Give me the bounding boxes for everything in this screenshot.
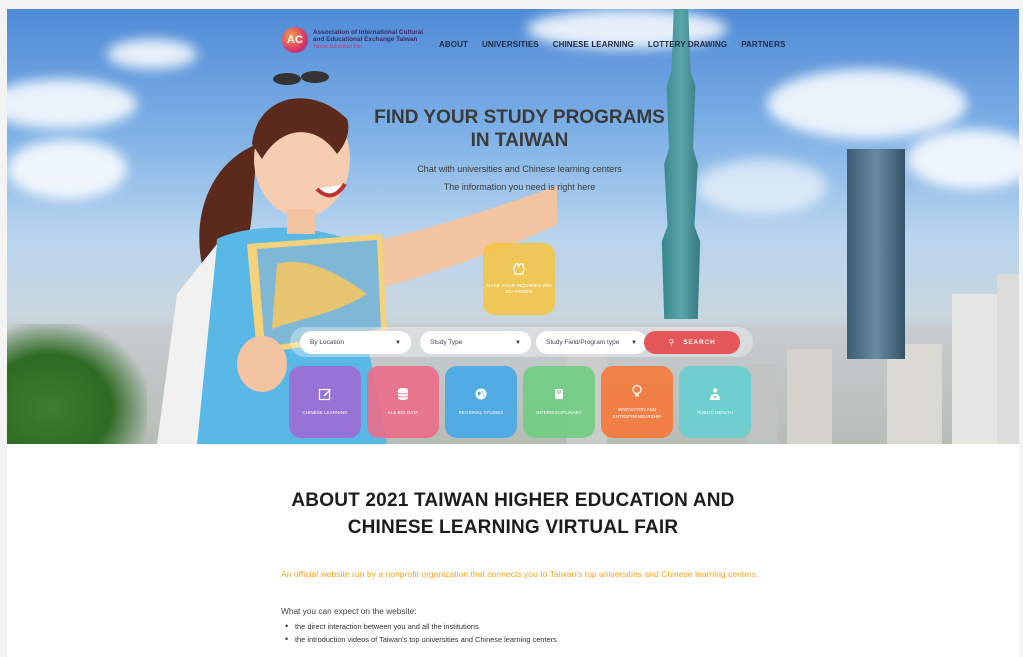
category-innovation-entrepreneurship[interactable]: INNOVATION AND ENTREPRENEURSHIP	[601, 366, 673, 438]
list-item: the direct interaction between you and a…	[285, 621, 557, 631]
trees	[7, 324, 147, 444]
about-list: the direct interaction between you and a…	[285, 621, 557, 648]
category-label: PUBLIC HEALTH	[697, 410, 733, 416]
search-button[interactable]: ⚲ SEARCH	[644, 331, 740, 354]
hero-subtitle: Chat with universities and Chinese learn…	[417, 164, 622, 174]
study-field-select-value: Study Field/Program type	[546, 339, 620, 346]
location-select-value: By Location	[310, 339, 344, 346]
building	[997, 274, 1019, 444]
hero-title-line: IN TAIWAN	[470, 130, 569, 151]
logo-tagline: Taiwan Education Fair	[313, 43, 363, 50]
nav-universities[interactable]: UNIVERSITIES	[482, 40, 539, 49]
category-public-health[interactable]: PUBLIC HEALTH	[679, 366, 751, 438]
hero-banner: AC Association of International Cultural…	[7, 9, 1019, 444]
book-icon	[552, 387, 566, 401]
study-field-select[interactable]: Study Field/Program type ▼	[536, 331, 647, 354]
building	[787, 349, 832, 444]
cloud	[7, 139, 127, 199]
category-ai-big-data[interactable]: AI & BIG DATA	[367, 366, 439, 438]
category-label: INTERDISCIPLINARY	[536, 410, 582, 416]
prize-label: MAKE YOUR INQUIRIES WIN BIG PRIZES	[486, 283, 552, 296]
page: AC Association of International Cultural…	[7, 9, 1019, 657]
chevron-down-icon: ▼	[395, 339, 401, 346]
chevron-down-icon: ▼	[631, 339, 637, 346]
about-title-line: CHINESE LEARNING VIRTUAL FAIR	[347, 517, 679, 538]
category-label: CHINESE LEARNING	[302, 410, 348, 416]
list-item: the introduction videos of Taiwan's top …	[285, 634, 557, 644]
hero-subtitle: The information you need is right here	[443, 182, 596, 192]
prize-tile[interactable]: MAKE YOUR INQUIRIES WIN BIG PRIZES	[483, 243, 555, 315]
chevron-down-icon: ▼	[515, 339, 521, 346]
cloud	[697, 159, 827, 214]
building	[887, 344, 942, 444]
nav-partners[interactable]: PARTNERS	[741, 40, 785, 49]
logo-mark-icon: AC	[282, 27, 308, 53]
about-title: ABOUT 2021 TAIWAN HIGHER EDUCATION AND C…	[7, 487, 1019, 541]
hero-title-line: FIND YOUR STUDY PROGRAMS	[374, 107, 665, 128]
logo-line: Association of International Cultural	[313, 28, 424, 36]
nav-lottery-drawing[interactable]: LOTTERY DRAWING	[648, 40, 727, 49]
search-button-label: SEARCH	[683, 339, 716, 346]
database-icon	[396, 387, 410, 401]
nav-about[interactable]: ABOUT	[439, 40, 468, 49]
cloud	[7, 79, 137, 129]
building	[847, 149, 905, 359]
nav-chinese-learning[interactable]: CHINESE LEARNING	[553, 40, 634, 49]
logo-text: Association of International Cultural an…	[313, 29, 423, 51]
building	[747, 364, 777, 444]
cloud	[907, 129, 1019, 189]
logo-line: and Educational Exchange Taiwan	[313, 36, 418, 44]
location-select[interactable]: By Location ▼	[300, 331, 411, 354]
edit-icon	[318, 387, 332, 401]
main-nav: ABOUT UNIVERSITIES CHINESE LEARNING LOTT…	[439, 40, 799, 49]
hero-title: FIND YOUR STUDY PROGRAMS IN TAIWAN	[362, 106, 677, 152]
site-logo[interactable]: AC Association of International Cultural…	[282, 27, 423, 53]
building	[952, 294, 997, 444]
gift-icon	[512, 262, 526, 278]
category-chinese-learning[interactable]: CHINESE LEARNING	[289, 366, 361, 438]
search-bar: By Location ▼ Study Type ▼ Study Field/P…	[290, 327, 753, 357]
study-type-select-value: Study Type	[430, 339, 463, 346]
cloud	[767, 69, 967, 139]
globe-icon	[474, 387, 488, 401]
health-icon	[708, 387, 722, 401]
about-expect: What you can expect on the website:	[281, 606, 417, 616]
category-regional-studies[interactable]: REGIONAL STUDIES	[445, 366, 517, 438]
search-icon: ⚲	[668, 338, 676, 347]
study-type-select[interactable]: Study Type ▼	[420, 331, 531, 354]
category-label: INNOVATION AND ENTREPRENEURSHIP	[612, 407, 662, 419]
category-label: AI & BIG DATA	[387, 410, 419, 416]
category-label: REGIONAL STUDIES	[458, 410, 504, 416]
category-interdisciplinary[interactable]: INTERDISCIPLINARY	[523, 366, 595, 438]
lightbulb-icon	[630, 384, 644, 398]
about-lead: An official website run by a nonprofit o…	[281, 569, 759, 579]
about-title-line: ABOUT 2021 TAIWAN HIGHER EDUCATION AND	[291, 490, 735, 511]
